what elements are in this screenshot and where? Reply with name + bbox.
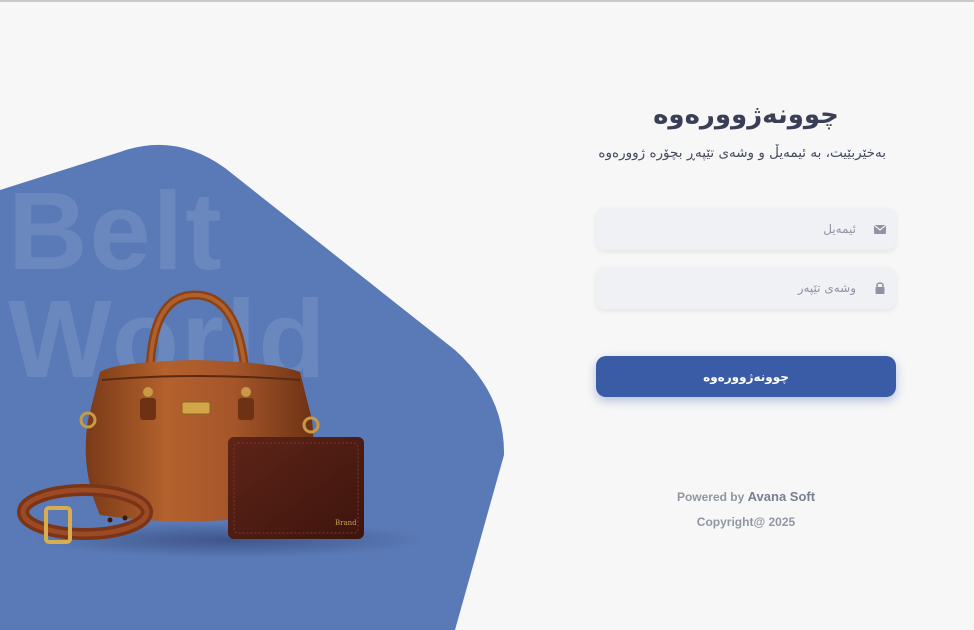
page-title: چوونەژوورەوە — [653, 100, 839, 130]
email-input[interactable] — [596, 208, 896, 250]
page-subtitle: بەخێربێیت، بە ئیمەیڵ و وشەی تێپەڕ بچۆرە … — [598, 145, 886, 161]
wallet: Brand — [228, 437, 364, 539]
hero-section: Belt World Brand — [0, 0, 520, 630]
product-illustration: Brand — [17, 290, 430, 558]
password-input[interactable] — [596, 267, 896, 309]
email-field[interactable] — [596, 208, 896, 250]
password-field[interactable] — [596, 267, 896, 309]
login-button[interactable]: چوونەژوورەوە — [596, 356, 896, 397]
login-panel: چوونەژوورەوە بەخێربێیت، بە ئیمەیڵ و وشەی… — [596, 0, 896, 630]
copyright-text: Copyright@ 2025 — [696, 515, 796, 529]
company-name: Avana Soft — [747, 489, 816, 504]
svg-text:Brand: Brand — [335, 519, 357, 527]
lock-icon — [875, 282, 885, 294]
powered-by-label: Powered by — [676, 490, 745, 504]
powered-by: Powered by Avana Soft — [596, 489, 896, 504]
envelope-icon — [874, 225, 886, 234]
